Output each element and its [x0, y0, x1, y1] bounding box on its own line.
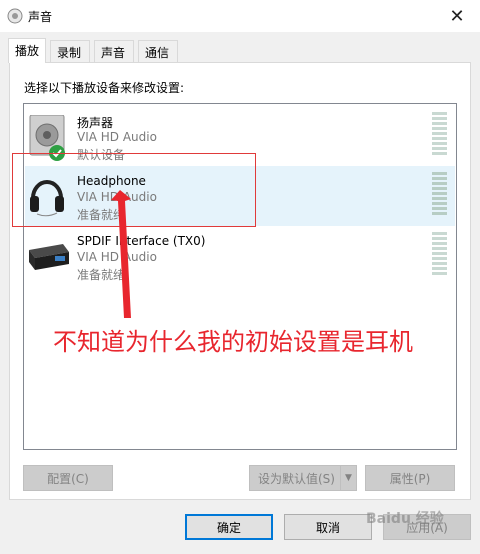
- annotation-text: 不知道为什么我的初始设置是耳机: [53, 328, 413, 356]
- tab-label: 播放: [15, 44, 40, 58]
- annotation-arrow-icon: [111, 190, 131, 318]
- watermark: Baidu 经验: [366, 511, 444, 527]
- tab-playback[interactable]: 播放: [8, 38, 46, 63]
